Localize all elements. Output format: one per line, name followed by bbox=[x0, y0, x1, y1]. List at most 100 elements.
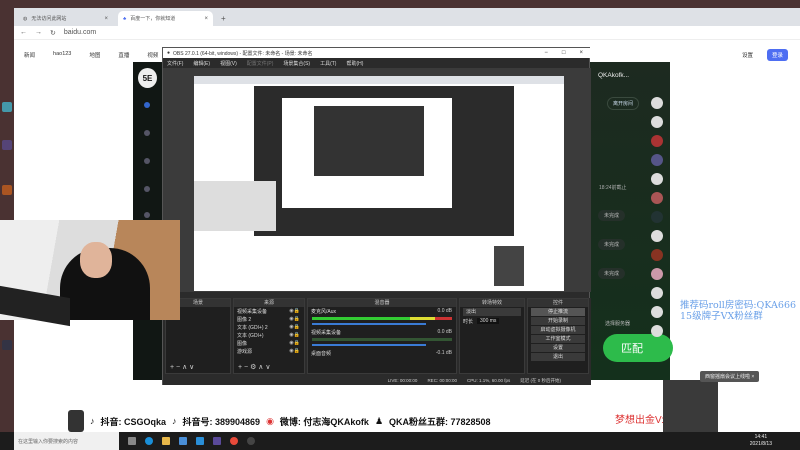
back-icon[interactable]: ← bbox=[20, 29, 27, 36]
store-icon[interactable] bbox=[179, 437, 187, 445]
avatar[interactable] bbox=[651, 325, 663, 337]
close-icon[interactable]: × bbox=[579, 50, 583, 56]
menu-scene-collection[interactable]: 场景集合(S) bbox=[283, 60, 310, 67]
avatar[interactable] bbox=[651, 211, 663, 223]
source-item[interactable]: 文本 (GDI+) 2 ◉🔒 bbox=[234, 323, 304, 331]
obs-title-bar: ● OBS 27.0.1 (64-bit, windows) - 配置文件: 未命… bbox=[163, 48, 591, 58]
obs-preview[interactable] bbox=[163, 68, 591, 292]
sources-dock: 来源 视频采集设备 ◉🔒 图像 2 ◉🔒 文本 (GDI+) 2 ◉🔒 文本 (GDI… bbox=[233, 298, 305, 374]
transition-select[interactable]: 淡出 bbox=[463, 308, 521, 316]
avatar[interactable] bbox=[651, 192, 663, 204]
mixer-channel: 桌面音频 -0.1 dB bbox=[311, 350, 452, 357]
menu-help[interactable]: 帮助(H) bbox=[346, 60, 363, 67]
avatar[interactable] bbox=[651, 154, 663, 166]
menu-profile[interactable]: 配置文件(P) bbox=[247, 60, 274, 67]
mixer-channel: 麦克风/Aux 0.0 dB bbox=[311, 308, 452, 315]
address-bar[interactable]: ← → ↻ baidu.com bbox=[14, 26, 800, 40]
tray-overflow-popup bbox=[663, 380, 718, 432]
audio-meter bbox=[312, 338, 452, 341]
avatar[interactable] bbox=[651, 116, 663, 128]
nav-icon[interactable] bbox=[144, 130, 150, 136]
file-explorer-icon[interactable] bbox=[162, 437, 170, 445]
server-select[interactable]: 选择服务器 bbox=[605, 320, 630, 327]
task-status: 未完成 bbox=[598, 239, 626, 250]
chrome-icon[interactable] bbox=[230, 437, 238, 445]
reload-icon[interactable]: ↻ bbox=[50, 29, 56, 37]
tab-error[interactable]: ◍ 无法访问此网站 × bbox=[18, 11, 113, 26]
avatar[interactable] bbox=[651, 306, 663, 318]
wifi-icon[interactable] bbox=[144, 212, 150, 218]
avatar[interactable] bbox=[651, 97, 663, 109]
source-toolbar[interactable]: + − ⚙ ∧ ∨ bbox=[238, 363, 270, 371]
desktop-icon[interactable] bbox=[2, 140, 12, 150]
username: QKAkofk... bbox=[598, 72, 630, 79]
obs-desktop-icon[interactable] bbox=[2, 340, 12, 350]
task-view-icon[interactable] bbox=[128, 437, 136, 445]
source-item[interactable]: 图像 ◉🔒 bbox=[234, 339, 304, 347]
menu-view[interactable]: 视图(V) bbox=[220, 60, 237, 67]
new-tab-button[interactable]: + bbox=[216, 11, 230, 26]
eye-icon: ◉🔒 bbox=[289, 308, 300, 314]
avatar[interactable] bbox=[651, 230, 663, 242]
maximize-icon[interactable]: □ bbox=[562, 50, 566, 56]
settings-link[interactable]: 设置 bbox=[742, 51, 753, 59]
stop-streaming-button[interactable]: 停止推流 bbox=[531, 308, 585, 316]
exit-button[interactable]: 退出 bbox=[531, 353, 585, 361]
nav-link[interactable]: 直播 bbox=[118, 51, 129, 59]
app-icon[interactable] bbox=[213, 437, 221, 445]
mixer-dock: 混音器 麦克风/Aux 0.0 dB 视频采集设备 0.0 dB 桌面音频 -0.1 … bbox=[307, 298, 457, 374]
mail-icon[interactable] bbox=[196, 437, 204, 445]
weibo-icon: ◉ bbox=[266, 415, 274, 426]
leave-room-button[interactable]: 离开房间 bbox=[607, 97, 640, 110]
virtual-camera-button[interactable]: 启动虚拟摄像机 bbox=[531, 326, 585, 334]
close-icon[interactable]: × bbox=[104, 16, 108, 22]
clock[interactable]: 14:41 2021/8/13 bbox=[750, 434, 772, 448]
login-button[interactable]: 登录 bbox=[766, 49, 788, 61]
nav-icon[interactable] bbox=[144, 158, 150, 164]
task-status: 未完成 bbox=[598, 210, 626, 221]
avatar[interactable] bbox=[651, 135, 663, 147]
avatar[interactable] bbox=[651, 249, 663, 261]
forward-icon[interactable]: → bbox=[35, 29, 42, 36]
edge-icon[interactable] bbox=[145, 437, 153, 445]
nav-link[interactable]: hao123 bbox=[53, 51, 71, 59]
nav-link[interactable]: 地图 bbox=[89, 51, 100, 59]
volume-slider[interactable] bbox=[312, 344, 426, 346]
url-text[interactable]: baidu.com bbox=[64, 29, 96, 36]
avatar[interactable] bbox=[651, 173, 663, 185]
avatar[interactable] bbox=[651, 287, 663, 299]
source-item[interactable]: 视频采集设备 ◉🔒 bbox=[234, 307, 304, 315]
close-icon[interactable]: × bbox=[204, 16, 208, 22]
menu-file[interactable]: 文件(F) bbox=[167, 60, 183, 67]
source-item[interactable]: 图像 2 ◉🔒 bbox=[234, 315, 304, 323]
settings-button[interactable]: 设置 bbox=[531, 344, 585, 352]
controls-dock: 控件 停止推流 开始录制 启动虚拟摄像机 工作室模式 设置 退出 bbox=[527, 298, 589, 374]
desktop-icon[interactable] bbox=[2, 102, 12, 112]
menu-tools[interactable]: 工具(T) bbox=[320, 60, 336, 67]
source-item[interactable]: 游戏源 ◉🔒 bbox=[234, 347, 304, 355]
avatar-icon bbox=[68, 410, 84, 432]
source-item[interactable]: 文本 (GDI+) ◉🔒 bbox=[234, 331, 304, 339]
desktop-icon[interactable] bbox=[2, 185, 12, 195]
notification-toast[interactable]: 西窗摇扇会议上线啦 × bbox=[700, 371, 760, 382]
transitions-dock: 转场特效 淡出 时长 300 ms bbox=[459, 298, 525, 374]
volume-slider[interactable] bbox=[312, 323, 426, 325]
taskbar-search[interactable]: 在这里输入你要搜索的内容 bbox=[14, 432, 119, 450]
nav-icon[interactable] bbox=[144, 186, 150, 192]
duration-input[interactable]: 300 ms bbox=[477, 318, 500, 324]
studio-mode-button[interactable]: 工作室模式 bbox=[531, 335, 585, 343]
menu-edit[interactable]: 编辑(E) bbox=[193, 60, 210, 67]
deadline-text: 18:24前截止 bbox=[599, 185, 627, 191]
douyin-icon: ♪ bbox=[172, 416, 177, 426]
tab-baidu[interactable]: ♣ 百度一下，你就知道 × bbox=[118, 11, 213, 26]
nav-link[interactable]: 新闻 bbox=[24, 51, 35, 59]
shield-icon[interactable] bbox=[144, 102, 150, 108]
obs-logo-icon: ● bbox=[167, 50, 171, 56]
start-recording-button[interactable]: 开始录制 bbox=[531, 317, 585, 325]
nav-link[interactable]: 视频 bbox=[147, 51, 158, 59]
obs-icon[interactable] bbox=[247, 437, 255, 445]
minimize-icon[interactable]: − bbox=[544, 50, 548, 56]
scene-add-remove-buttons[interactable]: + − ∧ ∨ bbox=[170, 363, 194, 371]
avatar[interactable] bbox=[651, 268, 663, 280]
obs-docks: 场景 + − ∧ ∨ 来源 视频采集设备 ◉🔒 图像 2 ◉🔒 文本 (GDI+) … bbox=[163, 298, 591, 376]
